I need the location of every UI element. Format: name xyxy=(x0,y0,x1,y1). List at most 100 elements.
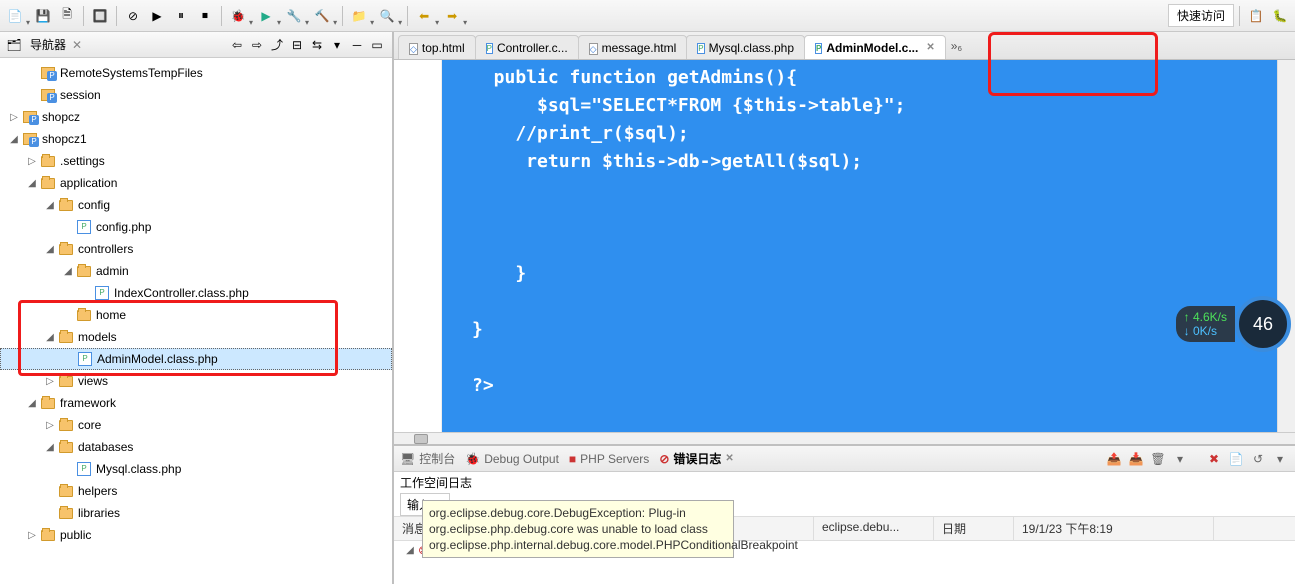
twisty-icon[interactable]: ◢ xyxy=(44,199,56,211)
up-icon[interactable]: ⤴ xyxy=(268,36,286,54)
horizontal-scrollbar[interactable] xyxy=(394,432,1295,444)
terminate-icon[interactable]: ⏹ xyxy=(194,5,216,27)
restore-log-icon[interactable]: ↺ xyxy=(1249,450,1267,468)
tree-item[interactable]: ◢controllers xyxy=(0,238,392,260)
tree-item[interactable]: ◢application xyxy=(0,172,392,194)
editor-tab[interactable]: PAdminModel.c...✕ xyxy=(804,35,946,59)
tree-item[interactable]: ◢shopcz1 xyxy=(0,128,392,150)
forward-nav-icon[interactable]: ⇨ xyxy=(248,36,266,54)
tab-overflow-indicator[interactable]: »₆ xyxy=(945,39,969,53)
skip-breakpoints-icon[interactable]: ⊘ xyxy=(122,5,144,27)
view-menu-bottom-icon[interactable]: ▾ xyxy=(1271,450,1289,468)
editor-tab[interactable]: ◇message.html xyxy=(578,35,688,59)
html-file-icon: ◇ xyxy=(589,41,598,55)
import-log-icon[interactable]: 📥 xyxy=(1127,450,1145,468)
tree-item[interactable]: ▷session xyxy=(0,84,392,106)
php-file-icon: P xyxy=(815,40,822,55)
resume-icon[interactable]: ▶ xyxy=(146,5,168,27)
tree-item[interactable]: ▷shopcz xyxy=(0,106,392,128)
tab-label: top.html xyxy=(422,41,465,55)
tree-item[interactable]: ▷.settings xyxy=(0,150,392,172)
bottom-tab-error-log[interactable]: ⊘错误日志✕ xyxy=(659,450,733,467)
minimize-icon[interactable]: ─ xyxy=(348,36,366,54)
folder-icon xyxy=(58,241,74,257)
back-nav-icon[interactable]: ⇦ xyxy=(228,36,246,54)
tree-item[interactable]: ▷ core xyxy=(0,414,392,436)
clear-log-icon[interactable]: 🗑 xyxy=(1149,450,1167,468)
perspective-debug-icon[interactable]: 🐛 xyxy=(1269,5,1291,27)
delete-log-icon[interactable]: ✖ xyxy=(1205,450,1223,468)
twisty-icon[interactable]: ◢ xyxy=(26,177,38,189)
tree-item[interactable]: ▷Pconfig.php xyxy=(0,216,392,238)
bottom-tab-php-servers[interactable]: ■PHP Servers xyxy=(569,452,649,466)
tree-item[interactable]: ▷libraries xyxy=(0,502,392,524)
run-icon[interactable]: ▶ xyxy=(255,5,277,27)
tree-item[interactable]: ▷public xyxy=(0,524,392,546)
bottom-tab-console[interactable]: 🖥控制台 xyxy=(400,450,455,467)
run-last-icon[interactable]: 🔧 xyxy=(283,5,305,27)
tree-item[interactable]: ◢framework xyxy=(0,392,392,414)
editor-tab[interactable]: PMysql.class.php xyxy=(686,35,805,59)
twisty-icon[interactable]: ◢ xyxy=(62,265,74,277)
tree-item[interactable]: ▷PAdminModel.class.php xyxy=(0,348,392,370)
tree-item[interactable]: ▷RemoteSystemsTempFiles xyxy=(0,62,392,84)
twisty-icon[interactable]: ◢ xyxy=(26,397,38,409)
open-type-icon[interactable]: 📁 xyxy=(348,5,370,27)
expand-icon[interactable]: ▾ xyxy=(1171,450,1189,468)
tree-item[interactable]: ◢databases xyxy=(0,436,392,458)
open-log-icon[interactable]: 📄 xyxy=(1227,450,1245,468)
link-editor-icon[interactable]: ⇆ xyxy=(308,36,326,54)
export-log-icon[interactable]: 📤 xyxy=(1105,450,1123,468)
tree-item[interactable]: ▷helpers xyxy=(0,480,392,502)
search-icon[interactable]: 🔍 xyxy=(376,5,398,27)
save-icon[interactable]: 💾 xyxy=(32,5,54,27)
toggle-breadcrumb-icon[interactable]: 🔲 xyxy=(89,5,111,27)
quick-access-input[interactable]: 快速访问 xyxy=(1168,4,1234,27)
twisty-icon[interactable]: ◢ xyxy=(44,331,56,343)
upload-speed: 4.6K/s xyxy=(1193,310,1227,324)
twisty-icon[interactable]: ▷ xyxy=(44,419,56,431)
tree-item-label: core xyxy=(78,418,101,432)
tree-item[interactable]: ◢models xyxy=(0,326,392,348)
external-tools-icon[interactable]: 🔨 xyxy=(311,5,333,27)
close-icon[interactable]: ✕ xyxy=(725,453,733,464)
tree-item[interactable]: ▷PMysql.class.php xyxy=(0,458,392,480)
maximize-icon[interactable]: ▭ xyxy=(368,36,386,54)
perspective-php-icon[interactable]: 📋 xyxy=(1245,5,1267,27)
editor-tab[interactable]: ◇top.html xyxy=(398,35,476,59)
tree-item[interactable]: ▷home xyxy=(0,304,392,326)
folder-icon xyxy=(40,153,56,169)
new-menu-icon[interactable]: 📄 xyxy=(4,5,26,27)
editor-tab[interactable]: PController.c... xyxy=(475,35,579,59)
tree-item[interactable]: ◢admin xyxy=(0,260,392,282)
tree-item[interactable]: ▷PIndexController.class.php xyxy=(0,282,392,304)
view-menu-icon[interactable]: ▾ xyxy=(328,36,346,54)
project-tree[interactable]: ▷RemoteSystemsTempFiles▷session▷shopcz◢s… xyxy=(0,58,392,584)
download-arrow-icon: ↓ xyxy=(1184,324,1190,338)
vertical-scrollbar[interactable] xyxy=(1277,60,1295,432)
twisty-icon[interactable]: ◢ xyxy=(8,133,20,145)
code-editor[interactable]: public function getAdmins(){ $sql="SELEC… xyxy=(442,60,1277,432)
collapse-all-icon[interactable]: ⊟ xyxy=(288,36,306,54)
navigator-view: 🗂 导航器 ✕ ⇦ ⇨ ⤴ ⊟ ⇆ ▾ ─ ▭ ▷RemoteSystemsTe… xyxy=(0,32,394,584)
tree-item[interactable]: ▷views xyxy=(0,370,392,392)
twisty-icon[interactable]: ▷ xyxy=(26,529,38,541)
view-active-indicator: ✕ xyxy=(72,38,82,52)
tree-item[interactable]: ◢config xyxy=(0,194,392,216)
upload-arrow-icon: ↑ xyxy=(1184,310,1190,324)
twisty-icon[interactable]: ◢ xyxy=(44,243,56,255)
suspend-icon[interactable]: ⏸ xyxy=(170,5,192,27)
workspace-log-label: 工作空间日志 xyxy=(394,472,1295,493)
col-date[interactable]: 日期 xyxy=(934,517,1014,540)
close-tab-icon[interactable]: ✕ xyxy=(926,42,934,53)
bottom-tab-debug-output[interactable]: 🐞Debug Output xyxy=(465,452,559,466)
twisty-icon[interactable]: ◢ xyxy=(44,441,56,453)
forward-icon[interactable]: ➡ xyxy=(441,5,463,27)
save-all-icon[interactable]: 🗎 xyxy=(56,5,78,27)
debug-icon[interactable]: 🐞 xyxy=(227,5,249,27)
speed-score[interactable]: 46 xyxy=(1235,296,1291,352)
twisty-icon[interactable]: ▷ xyxy=(26,155,38,167)
twisty-icon[interactable]: ▷ xyxy=(8,111,20,123)
back-icon[interactable]: ⬅ xyxy=(413,5,435,27)
twisty-icon[interactable]: ▷ xyxy=(44,375,56,387)
